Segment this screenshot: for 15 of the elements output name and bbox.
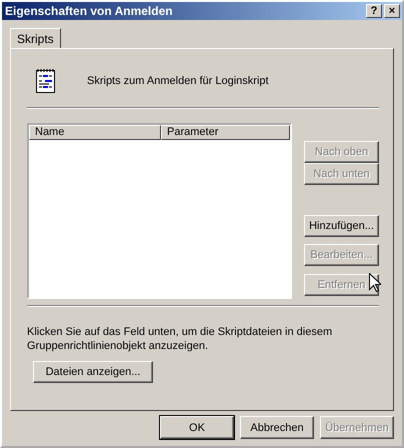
script-list[interactable]: Name Parameter: [27, 123, 292, 299]
column-header[interactable]: Parameter: [161, 125, 290, 140]
dialog-button[interactable]: Abbrechen: [240, 416, 314, 439]
script-file-icon: [35, 68, 57, 94]
action-button[interactable]: Hinzufügen...: [304, 215, 379, 237]
script-heading: Skripts zum Anmelden für Loginskript: [87, 75, 269, 87]
mouse-pointer-icon: [369, 273, 381, 292]
window-title: Eigenschaften von Anmelden: [5, 4, 173, 18]
info-text: Klicken Sie auf das Feld unten, um die Skriptdateien in diesem Gruppenrichtlinienobjekt anzuzeigen.: [27, 325, 334, 353]
dialog-button[interactable]: OK: [160, 416, 234, 439]
tab[interactable]: Skripts: [10, 28, 61, 48]
help-button[interactable]: ?: [366, 4, 382, 18]
column-header[interactable]: Name: [29, 125, 161, 140]
show-files-button[interactable]: Dateien anzeigen...: [33, 361, 153, 383]
close-button[interactable]: ×: [384, 4, 400, 18]
